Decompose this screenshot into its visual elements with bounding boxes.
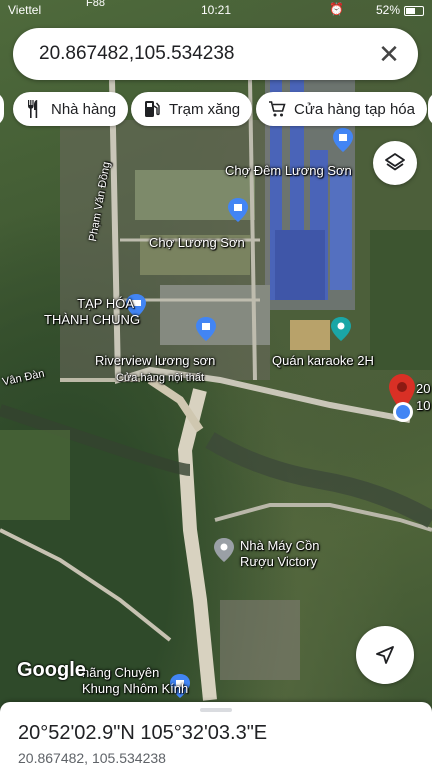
- search-query[interactable]: 20.867482,105.534238: [39, 43, 234, 65]
- chip-grocery[interactable]: Cửa hàng tạp hóa: [256, 92, 427, 126]
- coordinates-dms: 20°52'02.9"N 105°32'03.3"E: [18, 722, 268, 744]
- my-location-button[interactable]: [356, 626, 414, 684]
- shopping-bag-pin-icon[interactable]: [333, 128, 353, 152]
- chip-label: Cửa hàng tạp hóa: [294, 100, 415, 118]
- shopping-cart-icon: [268, 100, 286, 118]
- coordinates-decimal: 20.867482, 105.534238: [18, 750, 166, 766]
- map-label-night-market[interactable]: Chợ Đêm Lương Sơn: [225, 163, 352, 179]
- map-label-grocery[interactable]: TẠP HÓA THÀNH CHUNG: [44, 296, 141, 328]
- gas-station-icon: [143, 100, 161, 118]
- place-pin-icon[interactable]: [214, 538, 234, 562]
- factory-line2: Rượu Victory: [240, 554, 317, 569]
- navigation-arrow-icon: [376, 646, 394, 664]
- search-bar[interactable]: 20.867482,105.534238 ✕: [13, 28, 418, 80]
- map-label-riverview[interactable]: Riverview lương sơn: [95, 353, 215, 369]
- map-label-aluminium[interactable]: hãng Chuyên Khung Nhôm Kính: [82, 665, 188, 697]
- pin-coordinate-label-1: 20: [416, 381, 431, 396]
- map-label-karaoke[interactable]: Quán karaoke 2H: [272, 353, 374, 369]
- chip-gas-stations[interactable]: Trạm xăng: [131, 92, 253, 126]
- alarm-icon: ⏰: [329, 2, 344, 16]
- sheet-drag-handle[interactable]: [200, 708, 232, 712]
- chip-label: Nhà hàng: [51, 100, 117, 118]
- layers-icon: [385, 153, 405, 171]
- camera-pin-icon[interactable]: [331, 317, 351, 341]
- fork-knife-icon: [25, 100, 43, 118]
- grocery-line2: THÀNH CHUNG: [44, 312, 141, 327]
- chip-label: Trạm xăng: [169, 100, 241, 118]
- clock: 10:21: [200, 3, 232, 17]
- current-location-dot-icon: [393, 402, 413, 422]
- aluminium-line2: Khung Nhôm Kính: [82, 681, 189, 696]
- chip-restaurants[interactable]: Nhà hàng: [13, 92, 129, 126]
- google-logo: Google: [17, 659, 86, 681]
- map-label-furniture[interactable]: Cửa hàng nội thất: [116, 370, 204, 386]
- grocery-line1: TẠP HÓA: [77, 296, 134, 311]
- shopping-bag-pin-icon[interactable]: [228, 198, 248, 222]
- aluminium-line1: hãng Chuyên: [82, 665, 160, 680]
- chip-right-partial[interactable]: [428, 92, 432, 126]
- chip-left-partial[interactable]: [0, 92, 4, 126]
- map-label-market[interactable]: Chợ Lương Sơn: [149, 235, 245, 251]
- category-chips: Nhà hàng Trạm xăng Cửa hàng tạp hóa: [0, 92, 432, 126]
- map-label-factory[interactable]: Nhà Máy Cồn Rượu Victory: [240, 538, 319, 570]
- battery-icon: [404, 6, 424, 16]
- layers-button[interactable]: [373, 141, 417, 185]
- battery-percentage: 52%: [375, 3, 400, 17]
- status-bar: Viettel F88 10:21 ⏰ 52%: [0, 0, 432, 22]
- shopping-bag-pin-icon[interactable]: [196, 317, 216, 341]
- coordinates-bottom-sheet[interactable]: 20°52'02.9"N 105°32'03.3"E 20.867482, 10…: [0, 702, 432, 768]
- close-icon[interactable]: ✕: [374, 39, 404, 69]
- pin-coordinate-label-2: 10: [416, 398, 431, 413]
- factory-line1: Nhà Máy Cồn: [240, 538, 320, 553]
